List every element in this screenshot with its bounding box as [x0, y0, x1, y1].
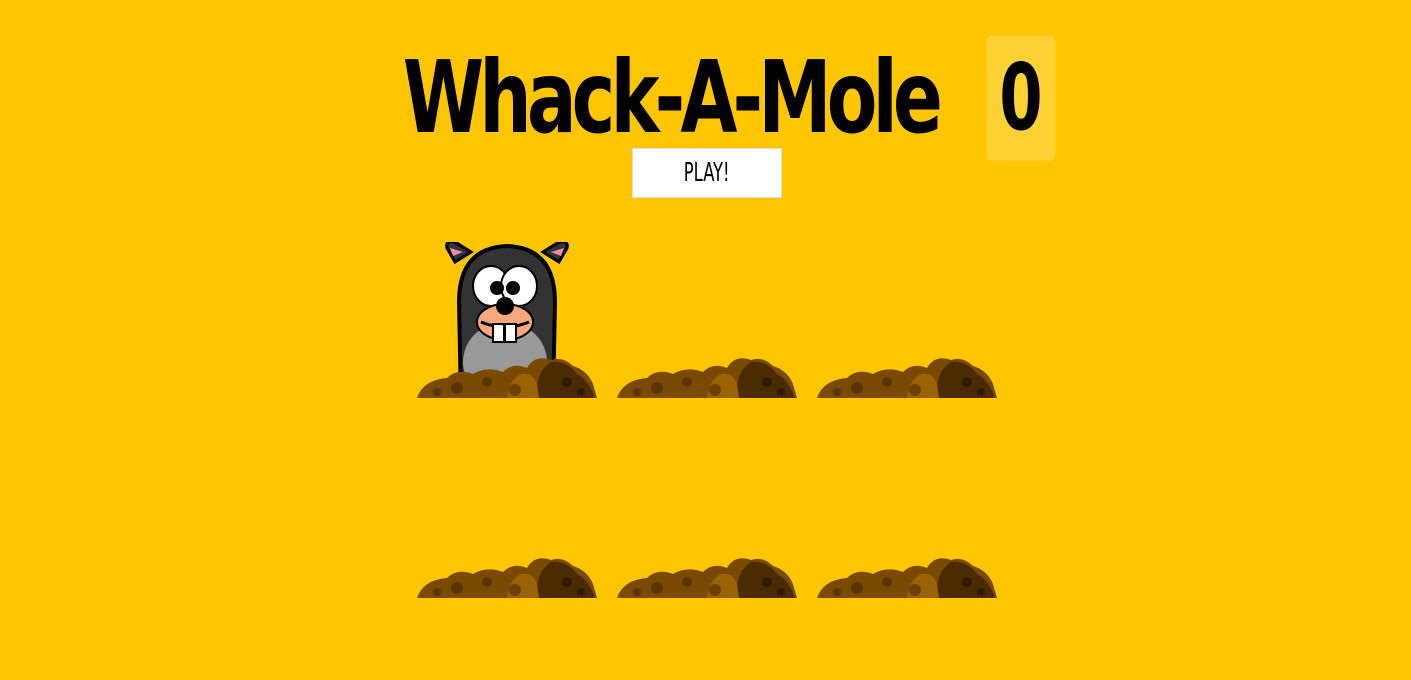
- hole-6[interactable]: [817, 408, 997, 598]
- hole-3[interactable]: [817, 208, 997, 398]
- game-title: Whack-A-Mole: [402, 39, 943, 156]
- play-button[interactable]: PLAY!: [632, 148, 782, 198]
- dirt-mound: [817, 558, 997, 598]
- dirt-mound: [417, 358, 597, 398]
- hole-1[interactable]: [417, 208, 597, 398]
- dirt-mound: [417, 558, 597, 598]
- hole-5[interactable]: [617, 408, 797, 598]
- dirt-mound: [617, 358, 797, 398]
- hole-2[interactable]: [617, 208, 797, 398]
- header: Whack-A-Mole 0: [0, 35, 1411, 161]
- dirt-mound: [817, 358, 997, 398]
- play-button-label: PLAY!: [684, 158, 730, 188]
- dirt-mound: [617, 558, 797, 598]
- score-display: 0: [986, 35, 1056, 161]
- hole-4[interactable]: [417, 408, 597, 598]
